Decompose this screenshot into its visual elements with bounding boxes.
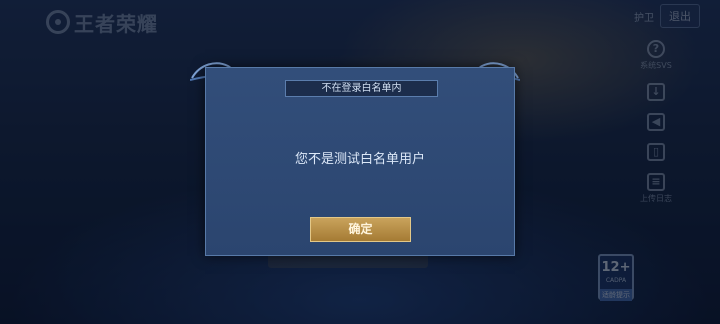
confirm-button[interactable]: 确定 — [310, 217, 411, 242]
whitelist-dialog: 不在登录白名单内 您不是测试白名单用户 确定 — [205, 67, 515, 256]
dialog-title: 不在登录白名单内 — [285, 80, 438, 97]
dialog-message: 您不是测试白名单用户 — [294, 152, 425, 167]
